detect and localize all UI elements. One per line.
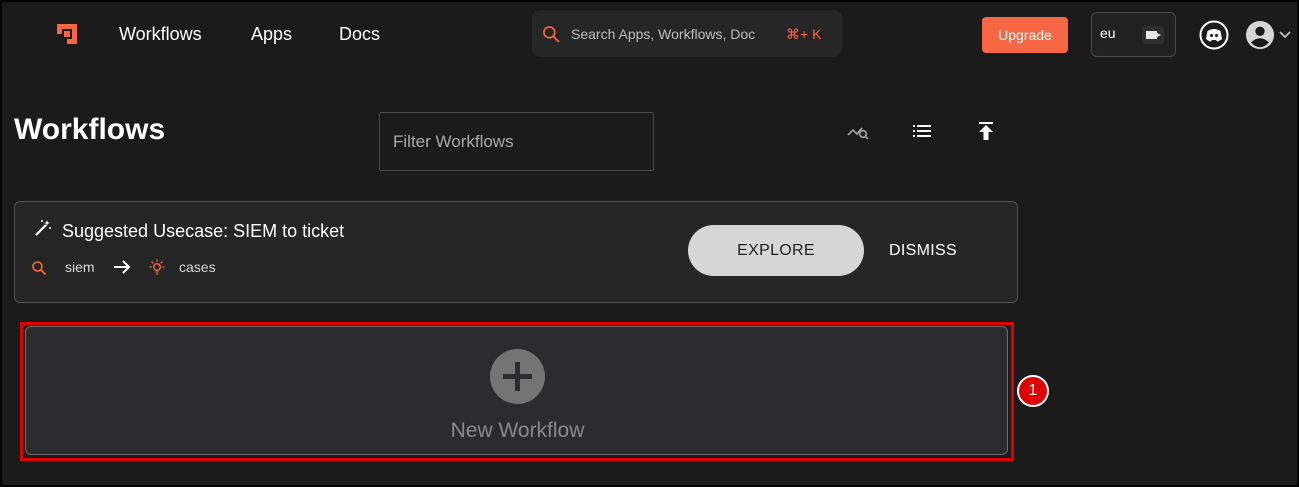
upgrade-button[interactable]: Upgrade (982, 17, 1068, 53)
dismiss-button[interactable]: DISMISS (873, 225, 973, 276)
global-search[interactable]: Search Apps, Workflows, Doc ⌘+ K (532, 10, 842, 57)
list-view-icon[interactable] (910, 119, 934, 143)
search-icon (543, 26, 560, 43)
filter-workflows-input[interactable] (379, 112, 654, 171)
nav-docs[interactable]: Docs (339, 24, 380, 45)
account-circle-icon[interactable] (1244, 20, 1276, 50)
chevron-down-icon[interactable] (1278, 28, 1292, 42)
region-label: eu (1100, 25, 1116, 41)
nav-workflows[interactable]: Workflows (119, 24, 202, 45)
usecase-source: siem (65, 259, 95, 275)
annotation-badge: 1 (1017, 375, 1049, 407)
search-insights-icon[interactable] (846, 119, 870, 143)
usecase-title: Suggested Usecase: SIEM to ticket (62, 221, 345, 241)
arrow-right-icon (114, 260, 131, 274)
region-flag-icon (1142, 26, 1164, 44)
lightbulb-icon (149, 259, 165, 275)
explore-button[interactable]: EXPLORE (688, 225, 864, 276)
usecase-target: cases (179, 259, 216, 275)
shuffle-logo-icon[interactable] (55, 22, 79, 46)
upload-icon[interactable] (974, 119, 998, 143)
search-placeholder: Search Apps, Workflows, Doc (571, 26, 756, 42)
suggested-usecase-card: Suggested Usecase: SIEM to ticket siem c… (14, 201, 1018, 303)
page-title: Workflows (14, 113, 166, 146)
discord-icon[interactable] (1199, 20, 1229, 50)
region-selector[interactable]: eu (1091, 12, 1176, 57)
search-shortcut: ⌘+ K (786, 26, 822, 42)
nav-apps[interactable]: Apps (251, 24, 292, 45)
magic-wand-icon (35, 220, 51, 236)
annotation-highlight (20, 322, 1014, 461)
search-icon (32, 261, 47, 276)
